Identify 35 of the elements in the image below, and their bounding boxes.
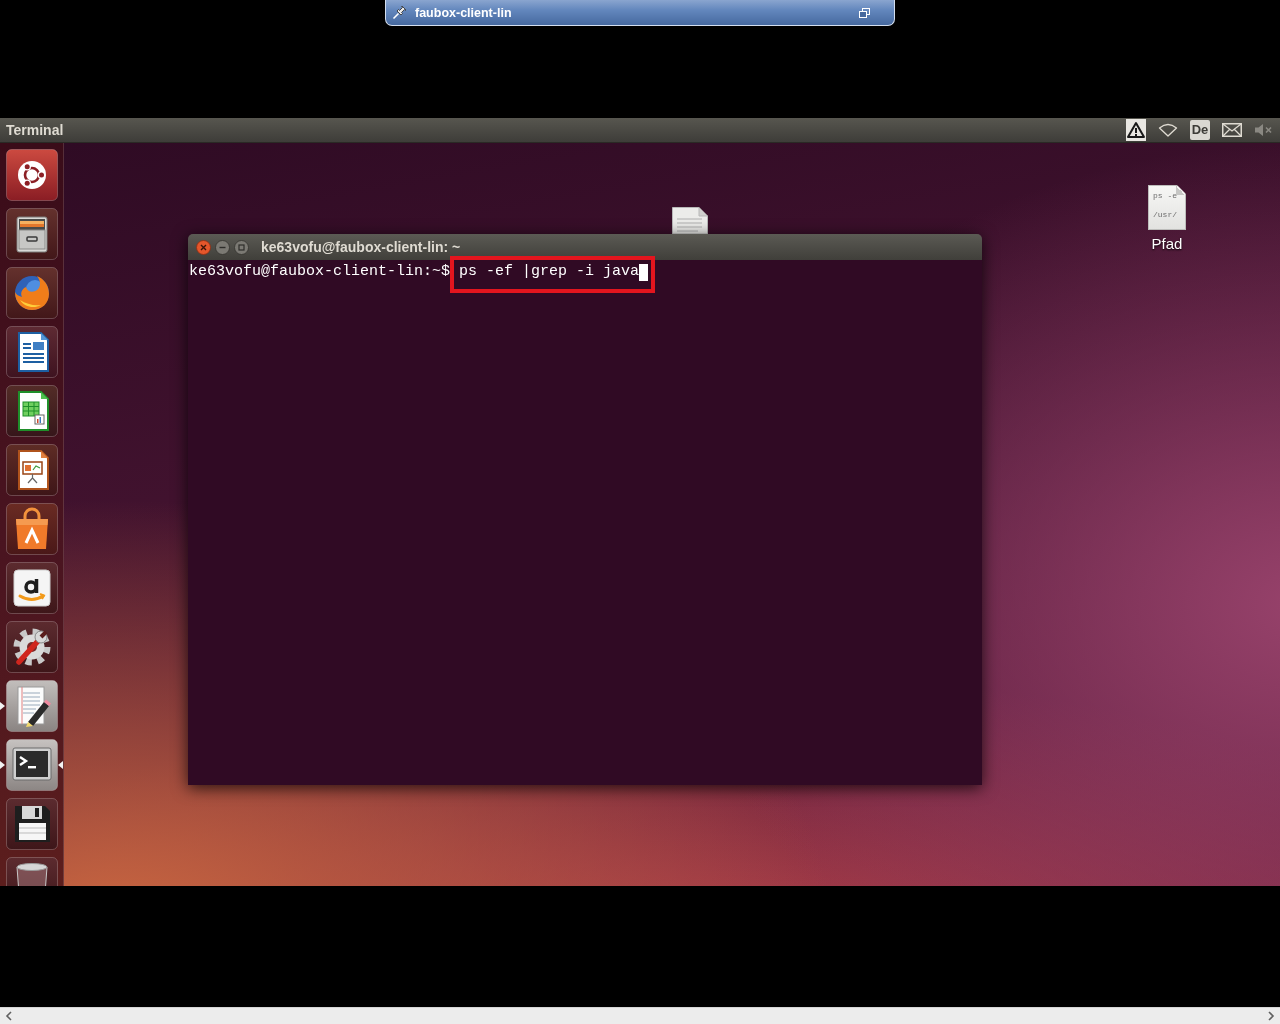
warning-icon[interactable] [1126, 119, 1146, 141]
file-label[interactable]: Pfad [1151, 235, 1183, 252]
window-title: ke63vofu@faubox-client-lin: ~ [261, 239, 461, 255]
shell-prompt: ke63vofu@faubox-client-lin:~$ [189, 263, 451, 281]
volume-muted-icon[interactable] [1254, 123, 1274, 137]
terminal-icon[interactable] [6, 739, 58, 791]
maximize-icon[interactable] [234, 239, 249, 255]
store-logo-icon[interactable] [6, 562, 58, 614]
thumbnail-text: ps -e [1153, 192, 1177, 200]
pin-icon[interactable] [392, 5, 407, 20]
command-text: ps -ef |grep -i java [459, 263, 640, 281]
shopping-bag-icon[interactable] [6, 503, 58, 555]
minimize-icon[interactable] [215, 239, 230, 255]
restore-icon[interactable] [859, 7, 870, 18]
keyboard-layout-indicator[interactable]: De [1190, 120, 1210, 140]
wifi-icon[interactable] [1158, 123, 1178, 137]
logo-icon[interactable] [6, 149, 58, 201]
close-icon[interactable] [196, 239, 211, 255]
document-icon[interactable] [672, 207, 708, 234]
fox-globe-icon[interactable] [6, 267, 58, 319]
scroll-left-icon[interactable] [5, 1011, 12, 1021]
thumbnail-text: /usr/ [1153, 211, 1177, 219]
app-title: Terminal [6, 122, 64, 138]
presentation-icon[interactable] [6, 444, 58, 496]
scroll-right-icon[interactable] [1268, 1011, 1275, 1021]
notepad-pencil-icon[interactable] [6, 680, 58, 732]
trash-can-icon[interactable] [6, 857, 58, 886]
envelope-icon[interactable] [1222, 123, 1242, 137]
spreadsheet-icon[interactable] [6, 385, 58, 437]
text-document-icon[interactable] [6, 326, 58, 378]
file-cabinet-icon[interactable] [6, 208, 58, 260]
gear-wrench-icon[interactable] [6, 621, 58, 673]
horizontal-scrollbar[interactable] [0, 1007, 1280, 1024]
session-title: faubox-client-lin [415, 4, 512, 21]
file-thumbnail[interactable]: ps -e /usr/ [1148, 185, 1186, 230]
